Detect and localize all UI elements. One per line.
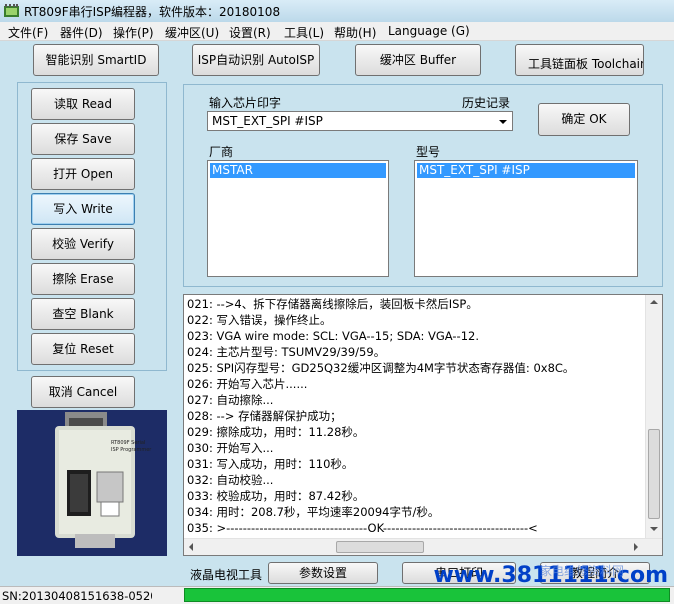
- log-line: 025: SPI闪存型号：GD25Q32缓冲区调整为4M字节状态寄存器值: 0x…: [187, 361, 575, 375]
- menu-settings[interactable]: 设置(R): [229, 24, 271, 41]
- log-line: 031: 写入成功，用时：110秒。: [187, 457, 354, 471]
- scroll-up-icon[interactable]: [650, 300, 658, 304]
- log-line: 028: --> 存储器解保护成功；: [187, 409, 342, 423]
- horizontal-scroll-thumb[interactable]: [336, 541, 424, 553]
- toolchain-button[interactable]: 工具链面板 Toolchain: [515, 44, 644, 76]
- log-line: 024: 主芯片型号: TSUMV29/39/59。: [187, 345, 386, 359]
- log-line: 027: 自动擦除...: [187, 393, 274, 407]
- scroll-left-icon[interactable]: [189, 543, 193, 551]
- programmer-device-graphic: [17, 410, 167, 556]
- log-line: 033: 校验成功，用时：87.42秒。: [187, 489, 365, 503]
- log-line: 029: 擦除成功，用时：11.28秒。: [187, 425, 365, 439]
- menu-language[interactable]: Language (G): [388, 24, 470, 38]
- open-button[interactable]: 打开 Open: [31, 158, 135, 190]
- window-title: RT809F串行ISP编程器，软件版本：20180108: [24, 5, 281, 19]
- menu-help[interactable]: 帮助(H): [334, 24, 376, 41]
- log-line: 032: 自动校验...: [187, 473, 274, 487]
- log-line: 030: 开始写入...: [187, 441, 274, 455]
- log-line: 035: >----------------------------------…: [187, 521, 538, 535]
- serial-number: SN:20130408151638-0520: [2, 589, 152, 603]
- model-list-item-selected[interactable]: MST_EXT_SPI #ISP: [417, 163, 635, 178]
- history-label: 历史记录: [462, 96, 511, 110]
- menu-buffer[interactable]: 缓冲区(U): [165, 24, 219, 41]
- menu-bar: 文件(F) 器件(D) 操作(P) 缓冲区(U) 设置(R) 工具(L) 帮助(…: [0, 22, 674, 41]
- log-horizontal-scrollbar[interactable]: [184, 538, 662, 555]
- log-line: 026: 开始写入芯片......: [187, 377, 308, 391]
- vendor-label: 厂商: [209, 145, 234, 159]
- write-button[interactable]: 写入 Write: [31, 193, 135, 225]
- model-label: 型号: [416, 145, 441, 159]
- programmer-device-image: RT809F Serial ISP Programmer: [17, 410, 167, 556]
- watermark-cn-text: 家电维修资料网: [540, 564, 625, 578]
- reset-button[interactable]: 复位 Reset: [31, 333, 135, 365]
- save-button[interactable]: 保存 Save: [31, 123, 135, 155]
- chip-input-value: MST_EXT_SPI #ISP: [212, 114, 323, 128]
- cancel-button[interactable]: 取消 Cancel: [31, 376, 135, 408]
- lcd-tools-label: 液晶电视工具: [190, 568, 263, 582]
- app-icon: [4, 4, 19, 17]
- chip-input-combo[interactable]: MST_EXT_SPI #ISP: [207, 111, 513, 131]
- ok-button[interactable]: 确定 OK: [538, 103, 630, 136]
- progress-bar: [184, 588, 670, 602]
- scroll-down-icon[interactable]: [650, 527, 658, 531]
- dropdown-arrow-icon[interactable]: [499, 120, 507, 124]
- device-brand-label: RT809F Serial: [111, 440, 146, 446]
- chip-input-label: 输入芯片印字: [209, 96, 282, 110]
- buffer-button[interactable]: 缓冲区 Buffer: [355, 44, 481, 76]
- log-line: 034: 用时：208.7秒，平均速率20094字节/秒。: [187, 505, 440, 519]
- menu-device[interactable]: 器件(D): [60, 24, 103, 41]
- model-list[interactable]: MST_EXT_SPI #ISP: [414, 160, 638, 277]
- vertical-scroll-thumb[interactable]: [648, 429, 660, 519]
- log-line: 022: 写入错误，操作终止。: [187, 313, 332, 327]
- vendor-list-item-selected[interactable]: MSTAR: [210, 163, 386, 178]
- smartid-button[interactable]: 智能识别 SmartID: [33, 44, 159, 76]
- blank-button[interactable]: 查空 Blank: [31, 298, 135, 330]
- menu-operation[interactable]: 操作(P): [113, 24, 154, 41]
- verify-button[interactable]: 校验 Verify: [31, 228, 135, 260]
- log-line: 021: -->4、拆下存储器离线擦除后，装回板卡然后ISP。: [187, 297, 478, 311]
- menu-tools[interactable]: 工具(L): [284, 24, 324, 41]
- vendor-list[interactable]: MSTAR: [207, 160, 389, 277]
- read-button[interactable]: 读取 Read: [31, 88, 135, 120]
- scroll-right-icon[interactable]: [634, 543, 638, 551]
- autoisp-button[interactable]: ISP自动识别 AutoISP: [192, 44, 320, 76]
- erase-button[interactable]: 擦除 Erase: [31, 263, 135, 295]
- menu-file[interactable]: 文件(F): [8, 24, 48, 41]
- params-button[interactable]: 参数设置: [268, 562, 378, 584]
- device-subtitle-label: ISP Programmer: [111, 447, 152, 453]
- log-line: 023: VGA wire mode: SCL: VGA--15; SDA: V…: [187, 329, 479, 343]
- log-output[interactable]: 021: -->4、拆下存储器离线擦除后，装回板卡然后ISP。 022: 写入错…: [183, 294, 663, 556]
- title-bar: RT809F串行ISP编程器，软件版本：20180108: [0, 0, 674, 22]
- log-vertical-scrollbar[interactable]: [645, 295, 662, 538]
